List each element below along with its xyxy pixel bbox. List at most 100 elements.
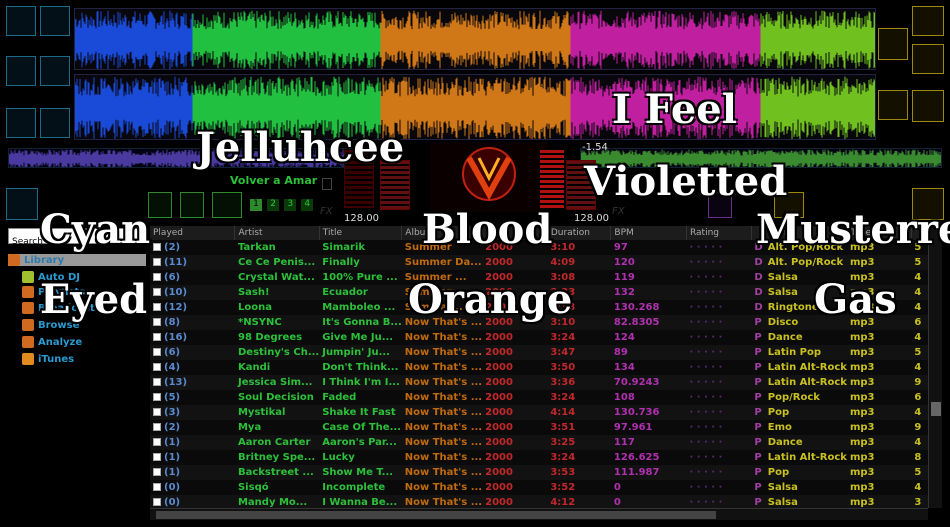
column-header[interactable]: Artist [234, 226, 320, 240]
column-header[interactable]: Title [319, 226, 403, 240]
loop-in-button[interactable] [148, 192, 172, 218]
played-count: (6) [164, 272, 181, 283]
horizontal-scrollbar[interactable] [150, 508, 928, 520]
table-cell: Latin Alt-Rock [764, 375, 847, 390]
table-cell: mp3 [846, 390, 912, 405]
row-checkbox[interactable] [153, 288, 161, 296]
equalizer-icon[interactable] [6, 188, 38, 220]
row-checkbox[interactable] [153, 243, 161, 251]
table-cell: Salsa [764, 480, 847, 495]
arrow-right-button[interactable] [212, 192, 242, 218]
row-checkbox[interactable] [153, 333, 161, 341]
vertical-scrollbar[interactable] [928, 226, 942, 508]
meter-right [540, 150, 564, 208]
row-checkbox[interactable] [153, 408, 161, 416]
table-cell: 3:53 [547, 465, 611, 480]
row-checkbox[interactable] [153, 483, 161, 491]
table-cell: Sash! [234, 285, 320, 300]
hscroll-thumb[interactable] [156, 511, 716, 519]
left-panel-button-1[interactable] [6, 6, 36, 36]
left-panel-button-3[interactable] [6, 56, 36, 86]
row-checkbox[interactable] [153, 318, 161, 326]
speaker-icon[interactable] [878, 28, 908, 60]
column-header[interactable]: BPM [610, 226, 687, 240]
left-panel-button-5[interactable] [6, 108, 36, 138]
table-cell: 3:25 [547, 435, 611, 450]
table-row[interactable]: (1) Backstreet ... Show Me T... Now That's … [150, 465, 928, 480]
overlay-musterred: Musterred [756, 206, 950, 253]
table-row[interactable]: (4) Kandi Don't Think... Now That's ... 2000… [150, 360, 928, 375]
playlist-icon [22, 286, 34, 298]
cue-button-3[interactable]: 3 [284, 199, 297, 211]
table-cell: P [751, 390, 765, 405]
track-list[interactable]: Played Artist Title Album Year Duration BPM Rat… [150, 226, 928, 508]
table-cell: 6 [911, 390, 928, 405]
column-header[interactable]: Played [150, 226, 236, 240]
right-panel-button-1[interactable] [912, 6, 944, 36]
table-cell: 126.625 [610, 450, 687, 465]
row-checkbox[interactable] [153, 468, 161, 476]
table-row[interactable]: (0) Sisqó Incomplete Now That's ... 2000 3:52… [150, 480, 928, 495]
sidebar-item-library[interactable]: Library [8, 254, 146, 266]
deck-left-title: Volver a Amar [230, 174, 318, 187]
table-cell: 3:36 [547, 375, 611, 390]
played-count: (2) [164, 422, 181, 433]
left-panel-button-2[interactable] [40, 6, 70, 36]
table-cell: · · · · · [686, 240, 752, 255]
table-row[interactable]: (5) Soul Decision Faded Now That's ... 2000 3… [150, 390, 928, 405]
row-checkbox[interactable] [153, 258, 161, 266]
waveform-deck-bottom[interactable] [74, 74, 876, 140]
table-row[interactable]: (1) Aaron Carter Aaron's Par... Now That's … [150, 435, 928, 450]
cue-button-1[interactable]: 1 [250, 199, 262, 211]
swap-arrows-icon[interactable] [40, 108, 70, 138]
row-checkbox[interactable] [153, 378, 161, 386]
table-cell: (16) [150, 330, 235, 345]
table-cell: · · · · · [686, 375, 752, 390]
table-cell: mp3 [846, 330, 912, 345]
table-row[interactable]: (11) Ce Ce Penis... Finally Summer Da... 200… [150, 255, 928, 270]
headphones-icon[interactable] [878, 90, 908, 120]
row-checkbox[interactable] [153, 438, 161, 446]
row-checkbox[interactable] [153, 498, 161, 506]
lock-icon[interactable] [322, 178, 332, 190]
loop-out-button[interactable] [180, 192, 204, 218]
sidebar-item-itunes[interactable]: iTunes [22, 353, 74, 365]
row-checkbox[interactable] [153, 303, 161, 311]
right-panel-button-5[interactable] [912, 90, 944, 122]
filter-icon[interactable] [40, 56, 70, 86]
broadcast-icon [22, 302, 34, 314]
deck-left-fx-label[interactable]: FX [320, 206, 333, 217]
column-header[interactable]: Rating [686, 226, 752, 240]
table-cell: 134 [610, 360, 687, 375]
table-cell: P [751, 480, 765, 495]
column-header[interactable]: Duration [547, 226, 612, 240]
cue-button-4[interactable]: 4 [301, 199, 314, 211]
table-cell: P [751, 435, 765, 450]
table-row[interactable]: (6) Destiny's Ch... Jumpin' Ju... Now That'… [150, 345, 928, 360]
cue-button-2[interactable]: 2 [267, 199, 280, 211]
table-row[interactable]: (16) 98 Degrees Give Me Ju... Now That's ..… [150, 330, 928, 345]
row-checkbox[interactable] [153, 273, 161, 281]
sidebar-item-analyze[interactable]: Analyze [22, 336, 82, 348]
table-cell: 4:12 [547, 495, 611, 508]
table-cell: P [751, 330, 765, 345]
table-cell: 2000 [482, 330, 548, 345]
table-cell: 97 [610, 240, 687, 255]
row-checkbox[interactable] [153, 363, 161, 371]
row-checkbox[interactable] [153, 393, 161, 401]
table-cell: 3:47 [547, 345, 611, 360]
scrollbar-thumb[interactable] [931, 402, 941, 416]
table-row[interactable]: (13) Jessica Sim... I Think I'm I... Now Th… [150, 375, 928, 390]
table-row[interactable]: (3) Mystikal Shake It Fast Now That's ... 20… [150, 405, 928, 420]
deck-right-fx-label[interactable]: FX [612, 206, 625, 217]
table-row[interactable]: (2) Mya Case Of The... Now That's ... 2000 3:… [150, 420, 928, 435]
waveform-deck-top[interactable] [74, 8, 876, 70]
table-cell: 9 [911, 375, 928, 390]
row-checkbox[interactable] [153, 348, 161, 356]
right-panel-button-3[interactable] [912, 44, 944, 74]
row-checkbox[interactable] [153, 453, 161, 461]
table-row[interactable]: (1) Britney Spe... Lucky Now That's ... 2000… [150, 450, 928, 465]
table-cell: · · · · · [686, 405, 752, 420]
row-checkbox[interactable] [153, 423, 161, 431]
table-row[interactable]: (0) Mandy Mo... I Wanna Be... Now That's ..… [150, 495, 928, 508]
